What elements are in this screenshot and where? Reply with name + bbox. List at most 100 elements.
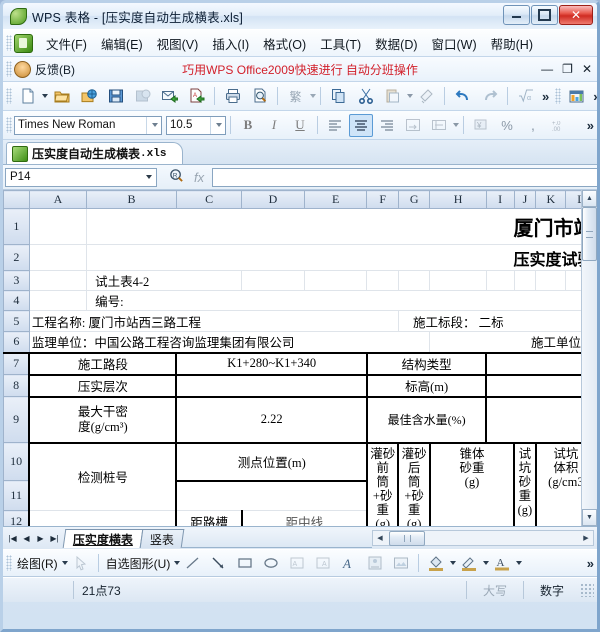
- open-folder-icon[interactable]: [49, 84, 74, 108]
- currency-icon[interactable]: ¥: [469, 114, 493, 137]
- rectangle-icon[interactable]: [233, 552, 257, 575]
- cell-A1[interactable]: [28, 208, 88, 245]
- drawbar-grip[interactable]: [6, 555, 12, 571]
- spreadsheet-grid[interactable]: A B C D E F G H I J K L 1 厦门市站 2: [3, 190, 597, 526]
- row-header-4[interactable]: 4: [3, 290, 30, 311]
- font-name-dropdown-icon[interactable]: [146, 116, 161, 134]
- menu-format[interactable]: 格式(O): [256, 31, 313, 56]
- cell-H6-contractor[interactable]: 施工单位：: [429, 331, 597, 354]
- autoshapes-menu-label[interactable]: 自选图形(U): [103, 555, 174, 572]
- paste-icon[interactable]: [380, 84, 405, 108]
- traditional-chinese-dropdown-icon[interactable]: [310, 94, 316, 98]
- cell-F10-sand-before-header[interactable]: 灌砂前 筒+砂重 (g): [366, 442, 400, 526]
- cell-J3[interactable]: [513, 270, 537, 291]
- toolbar-overflow-icon-2[interactable]: »: [593, 90, 597, 103]
- toolbar-overflow-icon[interactable]: »: [542, 90, 549, 103]
- insert-function-icon[interactable]: fx: [194, 170, 204, 185]
- cell-B3-form-code[interactable]: 试土表4-2: [86, 270, 243, 291]
- increase-decimal-icon[interactable]: +.0.00: [547, 114, 571, 137]
- column-header-I[interactable]: I: [485, 190, 515, 209]
- print-icon[interactable]: [220, 84, 245, 108]
- column-header-E[interactable]: E: [303, 190, 368, 209]
- menubar-grip[interactable]: [6, 35, 12, 51]
- column-header-F[interactable]: F: [366, 190, 399, 209]
- scroll-right-button[interactable]: ▶: [579, 531, 593, 545]
- formula-sqrt-icon[interactable]: α: [513, 84, 538, 108]
- cell-C12-dist-groove[interactable]: 距路槽: [175, 510, 243, 526]
- menu-window[interactable]: 窗口(W): [425, 31, 484, 56]
- export-pdf-icon[interactable]: A: [184, 84, 209, 108]
- ellipse-icon[interactable]: [259, 552, 283, 575]
- row-header-7[interactable]: 7: [3, 352, 30, 375]
- column-header-B[interactable]: B: [86, 190, 177, 209]
- underline-button[interactable]: U: [288, 114, 312, 137]
- cell-B1-title[interactable]: 厦门市站: [86, 208, 597, 245]
- minimize-button[interactable]: [503, 5, 530, 25]
- format-painter-icon[interactable]: [414, 84, 439, 108]
- cell-D12-dist-center[interactable]: 距中线: [241, 510, 368, 526]
- menu-data[interactable]: 数据(D): [368, 31, 424, 56]
- formatbar-grip[interactable]: [6, 117, 12, 133]
- resize-grip-icon[interactable]: [580, 583, 594, 597]
- line-color-dropdown-icon[interactable]: [483, 561, 490, 565]
- horizontal-scrollbar[interactable]: ◀ ▶: [372, 530, 594, 546]
- vertical-scrollbar[interactable]: ▲ ▼: [581, 190, 597, 526]
- insert-picture-icon[interactable]: [389, 552, 413, 575]
- autoshapes-dropdown-icon[interactable]: [174, 561, 181, 565]
- diagram-icon[interactable]: [363, 552, 387, 575]
- font-size-combo[interactable]: 10.5: [166, 115, 226, 135]
- open-web-icon[interactable]: [76, 84, 101, 108]
- wrap-text-icon[interactable]: [401, 114, 425, 137]
- draw-menu-label[interactable]: 绘图(R): [14, 555, 61, 572]
- cell-D3[interactable]: [241, 270, 305, 291]
- select-all-corner[interactable]: [3, 190, 30, 209]
- sheet-tab-horizontal[interactable]: 压实度横表: [62, 529, 144, 548]
- promo-text[interactable]: 巧用WPS Office2009快速进行 自动分班操作: [182, 61, 418, 78]
- row-header-11[interactable]: 11: [3, 480, 30, 511]
- font-color-icon[interactable]: A: [490, 552, 514, 575]
- sheet-tab-vertical[interactable]: 竖表: [139, 529, 185, 548]
- menu-tools[interactable]: 工具(T): [313, 31, 368, 56]
- font-name-combo[interactable]: Times New Roman: [14, 115, 162, 135]
- row-header-6[interactable]: 6: [3, 331, 30, 354]
- send-mail-icon[interactable]: [157, 84, 182, 108]
- cell-A2[interactable]: [28, 244, 88, 271]
- name-box[interactable]: P14: [5, 167, 157, 187]
- cell-F8-elevation-label[interactable]: 标高(m): [366, 374, 488, 398]
- align-right-icon[interactable]: [375, 114, 399, 137]
- charts-icon[interactable]: [564, 84, 589, 108]
- horizontal-scroll-thumb[interactable]: [389, 530, 425, 546]
- cell-A3[interactable]: [28, 270, 88, 291]
- cell-H3[interactable]: [429, 270, 487, 291]
- draw-menu-dropdown-icon[interactable]: [61, 561, 68, 565]
- cell-G10-sand-after-header[interactable]: 灌砂后 筒+砂 重(g): [397, 442, 431, 526]
- menu-view[interactable]: 视图(V): [150, 31, 206, 56]
- cell-I9-optimal-moisture-value[interactable]: [485, 396, 597, 444]
- select-arrow-icon[interactable]: [69, 552, 93, 575]
- merge-dropdown-icon[interactable]: [453, 123, 459, 127]
- cell-F3[interactable]: [366, 270, 399, 291]
- align-center-icon[interactable]: [349, 113, 373, 137]
- arrow-icon[interactable]: [207, 552, 231, 575]
- cell-C10-point-position-header[interactable]: 测点位置(m): [175, 442, 368, 482]
- line-color-icon[interactable]: [457, 552, 481, 575]
- formatbar-overflow-icon[interactable]: »: [587, 119, 594, 132]
- last-sheet-icon[interactable]: ▶|: [48, 531, 61, 546]
- check-search-icon[interactable]: R: [169, 168, 184, 186]
- column-header-G[interactable]: G: [397, 190, 431, 209]
- scroll-down-button[interactable]: ▼: [582, 509, 597, 526]
- save-web-icon[interactable]: [130, 84, 155, 108]
- italic-button[interactable]: I: [262, 114, 286, 137]
- cell-A4[interactable]: [28, 290, 88, 311]
- cell-E3[interactable]: [303, 270, 368, 291]
- cell-G5-section[interactable]: 施工标段： 二标: [397, 310, 597, 332]
- promo-restore-icon[interactable]: ❐: [562, 63, 573, 75]
- name-box-dropdown-icon[interactable]: [141, 175, 156, 179]
- menu-edit[interactable]: 编辑(E): [94, 31, 150, 56]
- menu-insert[interactable]: 插入(I): [205, 31, 256, 56]
- merge-cells-icon[interactable]: [427, 114, 451, 137]
- toolbar-grip-2[interactable]: [555, 88, 562, 104]
- column-header-A[interactable]: A: [28, 190, 88, 209]
- new-dropdown-icon[interactable]: [42, 94, 48, 98]
- cell-A12-pile-blank[interactable]: [28, 510, 178, 526]
